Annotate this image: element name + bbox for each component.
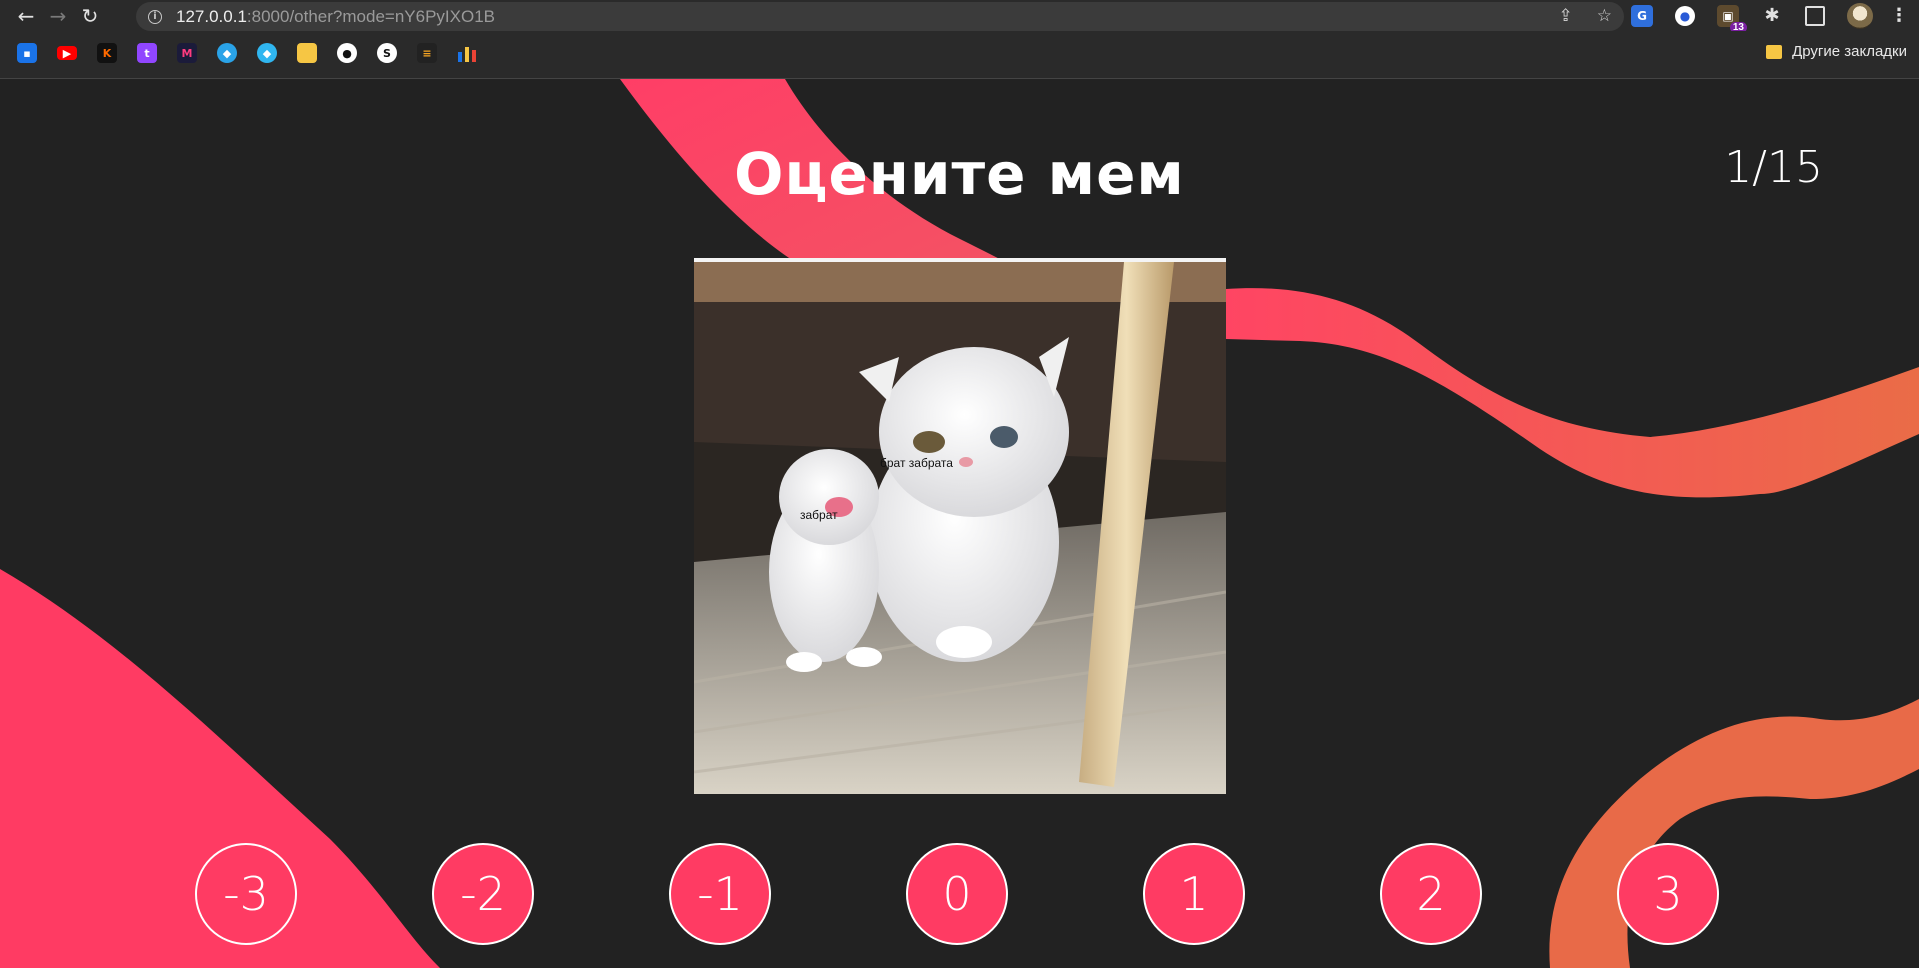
shield-extension-icon[interactable]: ● — [1675, 5, 1695, 26]
stack-bookmark-icon[interactable]: ≡ — [417, 43, 437, 63]
bag-extension-icon[interactable]: ▣ 13 — [1717, 4, 1747, 33]
address-bar[interactable]: i 127.0.0.1:8000/other?mode=nY6PyIXO1B ⇪… — [136, 2, 1624, 31]
browser-toolbar: ← → ↻ i 127.0.0.1:8000/other?mode=nY6PyI… — [0, 0, 1919, 33]
meme-caption-kitten: забрат — [800, 508, 838, 522]
folder-bookmark-icon[interactable] — [297, 43, 317, 63]
rate-button-0[interactable]: 0 — [906, 843, 1008, 945]
translate-extension-icon[interactable]: G — [1631, 4, 1653, 27]
forward-arrow-icon[interactable]: → — [42, 0, 74, 31]
m-bookmark-icon[interactable]: M — [177, 43, 197, 63]
meme-picture — [694, 262, 1226, 794]
meme-caption-big-cat: брат забрата — [880, 456, 953, 470]
side-panel-icon[interactable] — [1805, 5, 1825, 26]
pirate-bookmark-icon[interactable]: ◆ — [257, 43, 277, 63]
rate-button-minus-2[interactable]: -2 — [432, 843, 534, 945]
puzzle-extensions-icon[interactable]: ✱ — [1761, 5, 1783, 27]
site-info-icon[interactable]: i — [148, 9, 162, 24]
profile-avatar[interactable] — [1847, 2, 1873, 29]
k-bookmark-icon[interactable]: K — [97, 43, 117, 63]
fox-bookmark-icon[interactable]: ◆ — [217, 43, 237, 63]
share-icon[interactable]: ⇪ — [1559, 8, 1573, 25]
page-title: Оцените мем — [734, 140, 1185, 208]
menu-kebab-icon[interactable]: ⋮ — [1890, 5, 1908, 27]
meme-rating-page: Оцените мем 1/15 брат забрата забрат -3 … — [0, 79, 1919, 968]
chart-bookmark-icon[interactable] — [457, 43, 477, 63]
rate-button-minus-1[interactable]: -1 — [669, 843, 771, 945]
youtube-bookmark-icon[interactable]: ▶ — [57, 46, 77, 60]
github-bookmark-icon[interactable]: ● — [337, 43, 357, 63]
url-host: 127.0.0.1 — [176, 6, 247, 26]
extensions-bar: G ● ▣ 13 ✱ ⋮ — [1631, 0, 1908, 33]
other-bookmarks[interactable]: Другие закладки — [1766, 43, 1907, 60]
bookmarks-bar: ▪ ▶ K t M ◆ ◆ ● S ≡ Другие закладки — [0, 31, 1919, 79]
url-path: :8000/other?mode=nY6PyIXO1B — [246, 6, 495, 26]
rate-button-plus-2[interactable]: 2 — [1380, 843, 1482, 945]
twitch-bookmark-icon[interactable]: t — [137, 43, 157, 63]
folder-icon — [1766, 44, 1783, 59]
meme-counter: 1/15 — [1724, 142, 1823, 193]
meme-image: брат забрата забрат — [694, 258, 1226, 794]
omnibox-actions: ⇪ ☆ — [1559, 2, 1613, 31]
rate-button-plus-3[interactable]: 3 — [1617, 843, 1719, 945]
other-bookmarks-label: Другие закладки — [1792, 43, 1907, 60]
back-arrow-icon[interactable]: ← — [10, 0, 42, 31]
chat-bookmark-icon[interactable]: ▪ — [17, 43, 37, 63]
rate-button-plus-1[interactable]: 1 — [1143, 843, 1245, 945]
s-bookmark-icon[interactable]: S — [377, 43, 397, 63]
bookmark-star-icon[interactable]: ☆ — [1597, 8, 1612, 25]
rate-button-minus-3[interactable]: -3 — [195, 843, 297, 945]
reload-icon[interactable]: ↻ — [74, 0, 106, 31]
url-text[interactable]: 127.0.0.1:8000/other?mode=nY6PyIXO1B — [176, 7, 495, 27]
